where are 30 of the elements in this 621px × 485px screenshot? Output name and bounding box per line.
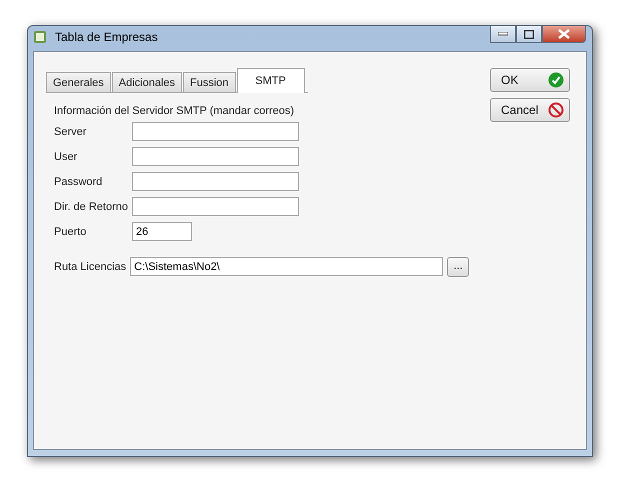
minimize-button[interactable] — [490, 26, 516, 43]
tab[interactable]: Generales — [46, 72, 111, 92]
maximize-icon — [524, 30, 534, 38]
field-label: Server — [54, 126, 88, 138]
cancel-button[interactable]: Cancel — [490, 98, 570, 122]
minimize-icon — [498, 32, 508, 36]
ok-button[interactable]: OK — [490, 68, 570, 92]
input-field[interactable] — [132, 122, 299, 141]
input-field[interactable] — [132, 147, 299, 166]
field-label: User — [54, 150, 78, 162]
field-label: Dir. de Retorno — [54, 200, 129, 212]
input-field[interactable]: 26 — [132, 222, 192, 241]
field-label: Password — [54, 176, 104, 188]
browse-button[interactable]: ... — [447, 256, 470, 276]
input-field[interactable]: C:\Sistemas\No2\ — [130, 257, 444, 276]
prohibited-icon — [548, 102, 564, 118]
section-title: Información del Servidor SMTP (mandar correos) — [54, 105, 296, 117]
input-field[interactable] — [132, 197, 299, 216]
tab[interactable]: Fussion — [183, 72, 236, 92]
maximize-button[interactable] — [516, 26, 542, 43]
field-label: Ruta Licencias — [54, 260, 126, 272]
tab[interactable]: SMTP — [236, 68, 305, 93]
input-field[interactable] — [132, 172, 299, 191]
close-button[interactable] — [542, 26, 586, 43]
field-label: Puerto — [54, 226, 88, 238]
check-icon — [548, 72, 564, 88]
tab[interactable]: Adicionales — [112, 72, 182, 92]
window-title: Tabla de Empresas — [55, 30, 158, 44]
close-icon — [558, 29, 570, 39]
app-icon — [33, 30, 47, 44]
